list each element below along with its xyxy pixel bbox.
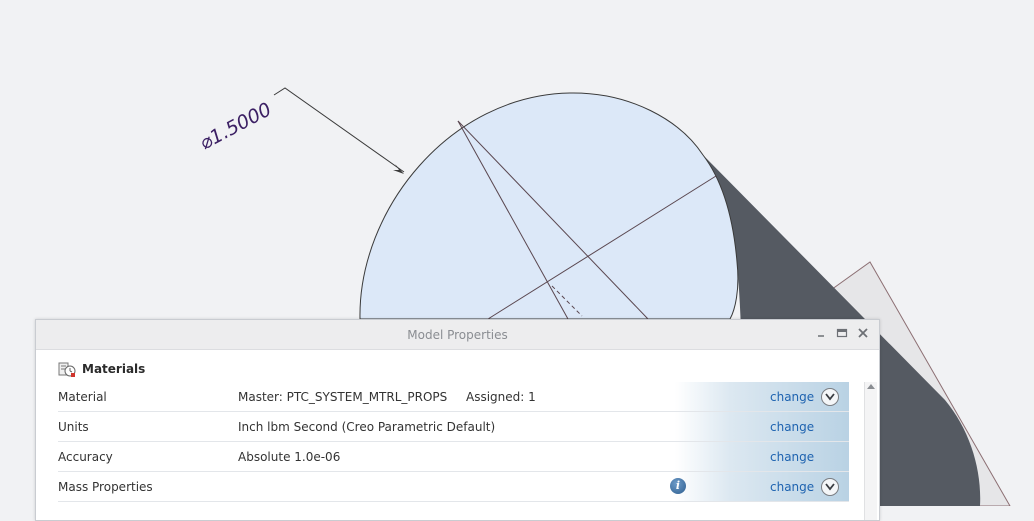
accuracy-row: Accuracy Absolute 1.0e-06 change	[58, 442, 849, 472]
row-label: Units	[58, 420, 89, 434]
properties-table: Material Master: PTC_SYSTEM_MTRL_PROPS A…	[58, 382, 849, 502]
expand-mass-properties-button[interactable]	[821, 478, 839, 496]
chevron-down-icon	[825, 483, 835, 491]
mass-properties-row: Mass Properties i change	[58, 472, 849, 502]
row-value: Master: PTC_SYSTEM_MTRL_PROPS	[238, 390, 448, 404]
change-mass-properties-link[interactable]: change	[770, 480, 814, 494]
dimension-text[interactable]: ⌀1.5000	[196, 98, 275, 154]
dialog-title: Model Properties	[407, 328, 508, 342]
row-label: Accuracy	[58, 450, 113, 464]
minimize-icon[interactable]	[814, 326, 828, 340]
change-accuracy-link[interactable]: change	[770, 450, 814, 464]
row-extra: Assigned: 1	[466, 390, 536, 404]
row-value: Absolute 1.0e-06	[238, 450, 341, 464]
materials-icon	[58, 360, 76, 378]
dialog-content: Materials Material Master: PTC_SYSTEM_MT…	[36, 350, 879, 520]
scroll-up-icon[interactable]	[867, 384, 875, 389]
model-properties-dialog: Model Properties Materials Material Mast…	[35, 319, 880, 521]
dialog-titlebar[interactable]: Model Properties	[36, 320, 879, 350]
row-label: Material	[58, 390, 107, 404]
chevron-down-icon	[825, 393, 835, 401]
units-row: Units Inch lbm Second (Creo Parametric D…	[58, 412, 849, 442]
help-icon[interactable]: i	[670, 478, 686, 494]
row-label: Mass Properties	[58, 480, 153, 494]
expand-material-button[interactable]	[821, 388, 839, 406]
close-icon[interactable]	[856, 326, 870, 340]
row-value: Inch lbm Second (Creo Parametric Default…	[238, 420, 496, 434]
dimension-leader	[273, 87, 405, 173]
section-title: Materials	[82, 362, 146, 376]
material-row: Material Master: PTC_SYSTEM_MTRL_PROPS A…	[58, 382, 849, 412]
change-material-link[interactable]: change	[770, 390, 814, 404]
change-units-link[interactable]: change	[770, 420, 814, 434]
vertical-scrollbar[interactable]	[864, 382, 877, 520]
maximize-icon[interactable]	[835, 326, 849, 340]
